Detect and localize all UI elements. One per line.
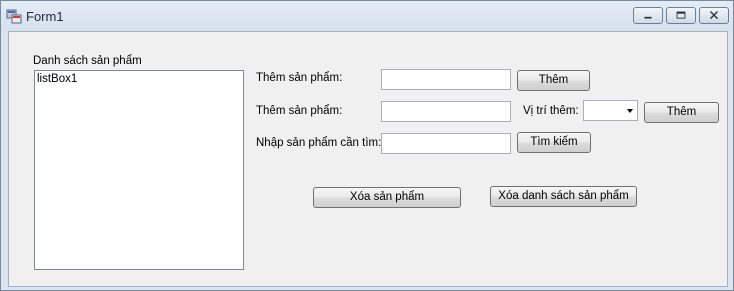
form-client-area: Danh sách sản phẩm listBox1 Thêm sản phẩ…: [8, 31, 728, 287]
list-item[interactable]: listBox1: [37, 73, 77, 85]
add-product-label-2: Thêm sản phẩm:: [256, 105, 343, 117]
search-button[interactable]: Tìm kiếm: [517, 132, 591, 153]
close-icon: [709, 11, 719, 20]
title-bar[interactable]: Form1: [1, 1, 733, 31]
search-input[interactable]: [381, 133, 511, 154]
search-label: Nhập sản phẩm cần tìm:: [256, 137, 382, 149]
minimize-icon: [644, 16, 652, 19]
position-dropdown[interactable]: [583, 100, 638, 121]
window-title: Form1: [26, 9, 64, 24]
position-label: Vị trí thêm:: [523, 105, 579, 117]
chevron-down-icon: [627, 109, 633, 113]
clear-list-button[interactable]: Xóa danh sách sản phẩm: [490, 186, 637, 207]
add-product-input-2[interactable]: [381, 101, 511, 122]
close-button[interactable]: [699, 7, 729, 24]
add-button-2[interactable]: Thêm: [644, 102, 719, 123]
add-product-input-1[interactable]: [381, 69, 511, 90]
app-icon: [6, 9, 22, 24]
maximize-icon: [676, 11, 686, 19]
form-window: Form1 Danh sách sản phẩm listBox1 Thêm s…: [0, 0, 734, 291]
product-list-label: Danh sách sản phẩm: [33, 55, 142, 67]
minimize-button[interactable]: [633, 7, 663, 24]
product-listbox[interactable]: listBox1: [34, 70, 244, 270]
add-button-1[interactable]: Thêm: [517, 70, 590, 91]
maximize-button[interactable]: [666, 7, 696, 24]
add-product-label-1: Thêm sản phẩm:: [256, 72, 343, 84]
delete-product-button[interactable]: Xóa sản phẩm: [313, 187, 461, 208]
